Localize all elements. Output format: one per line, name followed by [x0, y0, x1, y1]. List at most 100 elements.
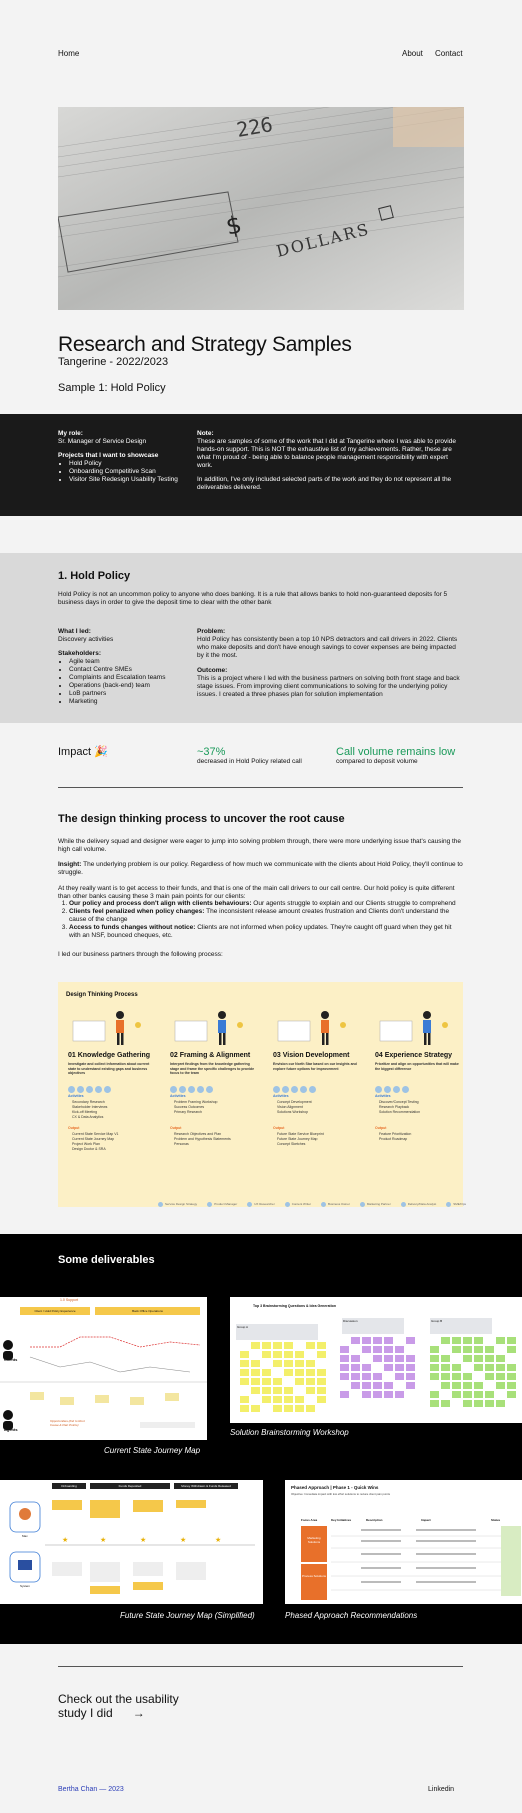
- sticky-note: [474, 1364, 483, 1371]
- sticky-note: [251, 1342, 260, 1349]
- nav-about-link[interactable]: About: [402, 49, 423, 58]
- thumb2-col3: Group B: [430, 1318, 492, 1334]
- sticky-note: [384, 1391, 393, 1398]
- sticky-note: [295, 1405, 304, 1412]
- current-state-journey-map-thumb[interactable]: 1.0 Support Client / Hold Policy Experie…: [0, 1297, 207, 1440]
- sticky-note: [441, 1355, 450, 1362]
- thumb4-header-row: Focus Area Key Initiatives Description I…: [301, 1518, 516, 1524]
- output-label: Output: [170, 1126, 182, 1130]
- sticky-note: [485, 1391, 494, 1398]
- sticky-note: [362, 1337, 371, 1344]
- activity-item: Primary Research: [174, 1110, 203, 1114]
- thumb1-lane1: Client / Hold Policy Experience: [20, 1307, 90, 1315]
- sticky-note: [340, 1355, 349, 1362]
- sticky-note: [317, 1396, 326, 1403]
- sticky-note: [430, 1346, 439, 1353]
- nav-contact[interactable]: Contact: [435, 43, 463, 61]
- page-title: Research and Strategy Samples: [58, 333, 352, 356]
- pain-point-item: Our policy and process don't align with …: [69, 900, 464, 908]
- design-thinking-process-panel: Design Thinking Process 01 Knowledge Gat…: [58, 982, 467, 1207]
- thumb3-header-2: Funds Deposited: [90, 1483, 170, 1489]
- sticky-note: [452, 1337, 461, 1344]
- output-label: Output: [273, 1126, 285, 1130]
- thumb4-phase-process: Process Solutions: [301, 1564, 327, 1600]
- impact-label: Impact 🎉: [58, 745, 108, 758]
- nav-home-link[interactable]: Home: [58, 49, 79, 58]
- legend-label: Service Design Strategy: [165, 1202, 198, 1206]
- sticky-note: [384, 1337, 393, 1344]
- sticky-note: [273, 1342, 282, 1349]
- output-item: Concept Sketches: [277, 1142, 306, 1146]
- sticky-note: [262, 1369, 271, 1376]
- sticky-note: [395, 1355, 404, 1362]
- sticky-note: [507, 1337, 516, 1344]
- sticky-note: [395, 1346, 404, 1353]
- sticky-note: [340, 1391, 349, 1398]
- sticky-note: [284, 1405, 293, 1412]
- note-label: Note:: [197, 430, 214, 437]
- svg-text:★: ★: [62, 1536, 68, 1544]
- step-description: Envision our North Star based on our ins…: [273, 1062, 357, 1071]
- design-intro: While the delivery squad and designer we…: [58, 838, 462, 853]
- sticky-note: [362, 1346, 371, 1353]
- sticky-note: [496, 1337, 505, 1344]
- sticky-note: [240, 1351, 249, 1358]
- sticky-note: [430, 1364, 439, 1371]
- nav-home[interactable]: Home: [58, 43, 79, 61]
- activity-item: Secondary Research: [72, 1100, 105, 1104]
- sticky-note: [340, 1346, 349, 1353]
- nav-about[interactable]: About: [402, 43, 423, 61]
- process-title: Design Thinking Process: [66, 992, 138, 998]
- impact-metric-1-desc: decreased in Hold Policy related call: [197, 758, 302, 765]
- step-title: 02 Framing & Alignment: [170, 1052, 251, 1059]
- cta-divider: [58, 1666, 463, 1667]
- sticky-note: [295, 1378, 304, 1385]
- note-paragraph-2: In addition, I've only included selected…: [197, 476, 452, 491]
- solution-brainstorming-thumb[interactable]: Top 3 Brainstorming Questions & Idea Gen…: [230, 1297, 522, 1423]
- sticky-note: [406, 1337, 415, 1344]
- impact-metric-1: ~37%: [197, 746, 226, 758]
- projects-label: Projects that I want to showcase: [58, 452, 159, 459]
- thumb4-subtitle: Objective: Immediate impact with low eff…: [291, 1492, 390, 1496]
- sticky-note: [251, 1360, 260, 1367]
- design-pain-intro: At they really want is to get access to …: [58, 885, 455, 900]
- stakeholder-item: Contact Centre SMEs: [69, 666, 165, 674]
- sticky-note: [441, 1364, 450, 1371]
- cta-line-2-text: study I did: [58, 1706, 113, 1720]
- thumb4-col: Focus Area: [301, 1518, 318, 1522]
- sticky-note: [273, 1387, 282, 1394]
- activities-label: Activities: [68, 1094, 84, 1098]
- sticky-note: [496, 1364, 505, 1371]
- sticky-note: [485, 1364, 494, 1371]
- sticky-note: [306, 1342, 315, 1349]
- legend-item: Business Owner: [321, 1201, 350, 1207]
- sticky-note: [251, 1369, 260, 1376]
- activity-item: Concept Development: [277, 1100, 312, 1104]
- sticky-note: [306, 1360, 315, 1367]
- cta-line-1: Check out the usability: [58, 1692, 179, 1706]
- usability-study-link[interactable]: Check out the usability study I did →: [58, 1692, 179, 1720]
- sticky-note: [317, 1378, 326, 1385]
- stakeholder-item: Complaints and Escalation teams: [69, 674, 165, 682]
- thumb1-persona-agents: Agents: [4, 1427, 18, 1432]
- note-paragraph-1: These are samples of some of the work th…: [197, 438, 456, 469]
- sticky-note: [373, 1373, 382, 1380]
- thumb4-phase-marketing: Marketing Solutions: [301, 1526, 327, 1562]
- sticky-note: [507, 1373, 516, 1380]
- footer-linkedin-link[interactable]: Linkedin: [428, 1786, 454, 1793]
- sticky-note: [463, 1400, 472, 1407]
- activity-item: Research Playback: [379, 1105, 410, 1109]
- legend-label: SME/Ops: [453, 1202, 467, 1206]
- problem-label: Problem:: [197, 628, 226, 635]
- output-label: Output: [68, 1126, 80, 1130]
- thumb1-journey-lines: [0, 1336, 207, 1430]
- sticky-note: [384, 1346, 393, 1353]
- phased-approach-thumb[interactable]: Phased Approach | Phase 1 - Quick Wins O…: [285, 1480, 522, 1604]
- nav-contact-link[interactable]: Contact: [435, 49, 463, 58]
- impact-metric-2: Call volume remains low: [336, 746, 456, 758]
- future-state-journey-map-thumb[interactable]: Onboarding Funds Deposited Money Withdra…: [0, 1480, 263, 1604]
- pain-points-list: Our policy and process don't align with …: [58, 900, 464, 940]
- sticky-note: [384, 1382, 393, 1389]
- sticky-note: [474, 1382, 483, 1389]
- sticky-note: [351, 1364, 360, 1371]
